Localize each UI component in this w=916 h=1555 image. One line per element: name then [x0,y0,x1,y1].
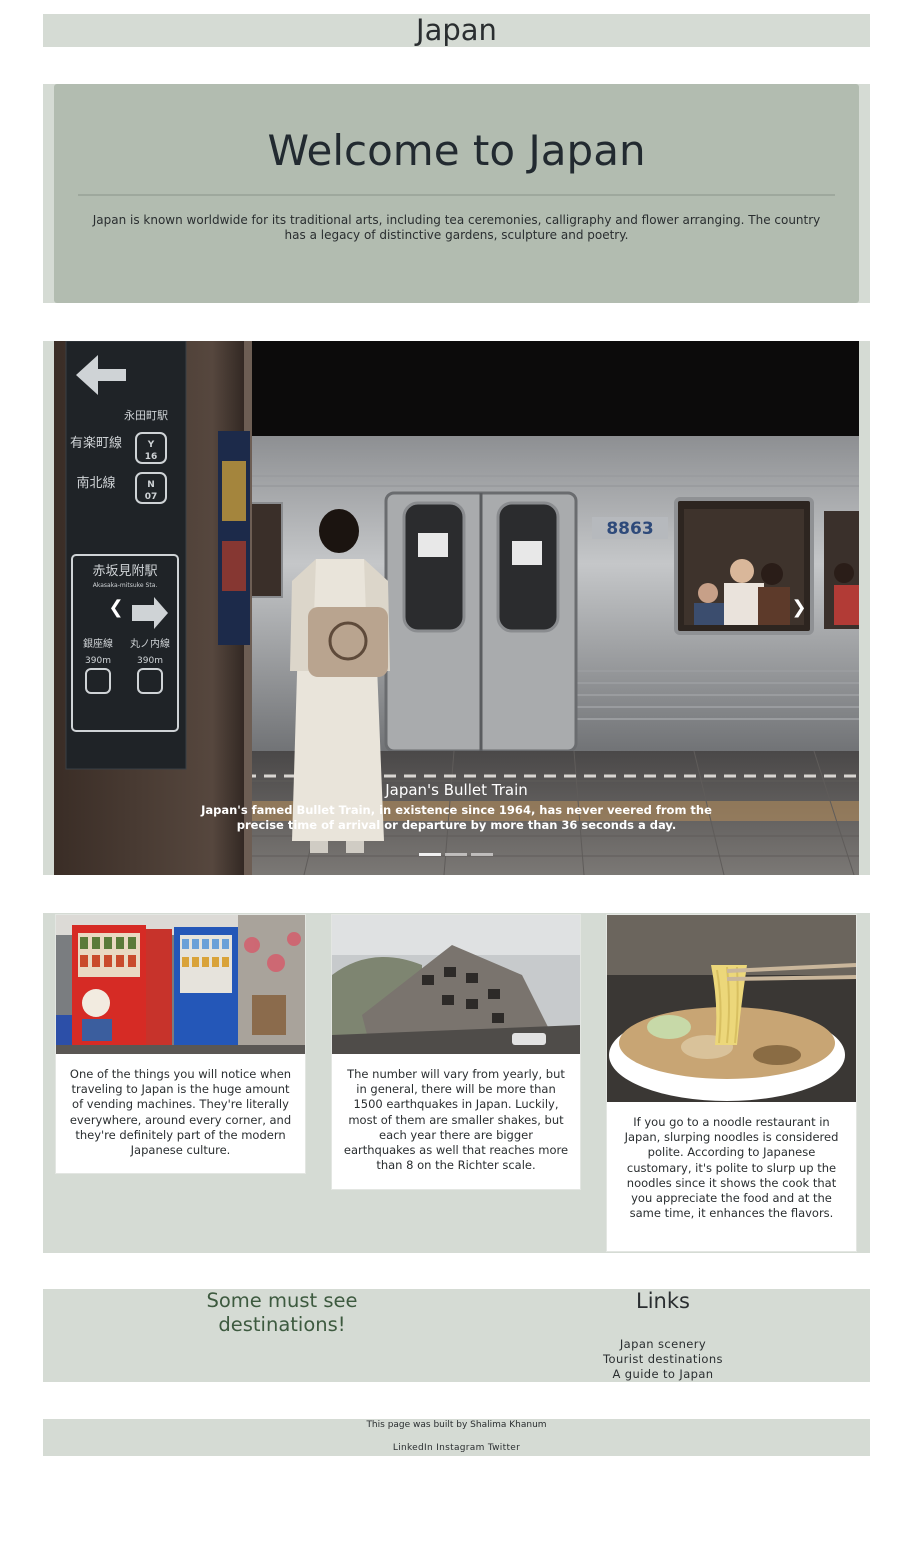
earthquake-image [332,915,580,1054]
destinations-title: Some must see destinations! [206,1289,358,1336]
jumbotron-divider [78,194,835,196]
site-header: Japan [43,14,870,47]
footer-credit: This page was built by Shalima Khanum [366,1420,547,1430]
carousel-caption-title: Japan's Bullet Train [385,781,528,799]
carousel-indicators [419,853,494,857]
jumbotron-section: Welcome to Japan Japan is known worldwid… [43,84,870,303]
svg-text:390m: 390m [137,656,163,666]
link-japan-scenery[interactable]: Japan scenery [563,1337,763,1352]
carousel-prev-button[interactable]: ❮ [101,596,131,620]
linkedin-link[interactable]: LinkedIn [393,1443,433,1453]
card-text: If you go to a noodle restaurant in Japa… [624,1115,839,1221]
svg-text:丸ノ内線: 丸ノ内線 [130,637,170,650]
svg-text:銀座線: 銀座線 [83,637,113,650]
carousel-indicator-1[interactable] [419,853,441,856]
card-text: The number will vary from yearly, but in… [343,1067,569,1173]
carousel-indicator-2[interactable] [445,853,467,856]
carousel-section: 8863 永田町駅 有楽町線 Y 16 南北線 N 07 赤坂見附駅 Akasa… [43,341,870,875]
twitter-link[interactable]: Twitter [488,1443,520,1453]
svg-text:有楽町線: 有楽町線 [70,435,122,451]
carousel-caption-text: Japan's famed Bullet Train, in existence… [201,803,712,832]
cards-section: One of the things you will notice when t… [43,913,870,1253]
carousel[interactable]: 8863 永田町駅 有楽町線 Y 16 南北線 N 07 赤坂見附駅 Akasa… [54,341,859,875]
chevron-left-icon: ❮ [108,597,124,618]
instagram-link[interactable]: Instagram [436,1443,485,1453]
svg-text:Akasaka-mitsuke Sta.: Akasaka-mitsuke Sta. [93,582,158,589]
link-guide-to-japan[interactable]: A guide to Japan [563,1367,763,1382]
site-footer: This page was built by Shalima Khanum Li… [43,1419,870,1456]
carousel-next-button[interactable]: ❯ [784,596,814,620]
jumbotron-title: Welcome to Japan [267,126,646,175]
destinations-links-section: Some must see destinations! Links Japan … [43,1289,870,1382]
svg-text:07: 07 [145,492,158,502]
card-earthquakes: The number will vary from yearly, but in… [331,914,581,1190]
carousel-indicator-3[interactable] [471,853,493,856]
site-title: Japan [416,13,497,47]
card-vending-machines: One of the things you will notice when t… [55,914,306,1174]
link-tourist-destinations[interactable]: Tourist destinations [563,1352,763,1367]
footer-social-links: LinkedIn Instagram Twitter [43,1442,870,1454]
jumbotron: Welcome to Japan Japan is known worldwid… [54,84,859,303]
links-title: Links [636,1289,690,1313]
card-text: One of the things you will notice when t… [69,1067,292,1158]
card-noodles: If you go to a noodle restaurant in Japa… [606,914,857,1252]
svg-text:永田町駅: 永田町駅 [124,408,168,422]
svg-text:Y: Y [147,440,155,450]
svg-text:8863: 8863 [606,519,653,539]
svg-text:南北線: 南北線 [76,475,115,491]
vending-machines-image [56,915,305,1054]
jumbotron-text: Japan is known worldwide for its traditi… [92,213,821,242]
noodle-bowl-image [607,915,856,1102]
links-list: Japan scenery Tourist destinations A gui… [563,1337,763,1382]
chevron-right-icon: ❯ [791,597,807,618]
svg-text:赤坂見附駅: 赤坂見附駅 [92,564,157,579]
svg-text:16: 16 [145,452,158,462]
svg-text:390m: 390m [85,656,111,666]
svg-text:N: N [147,480,155,490]
